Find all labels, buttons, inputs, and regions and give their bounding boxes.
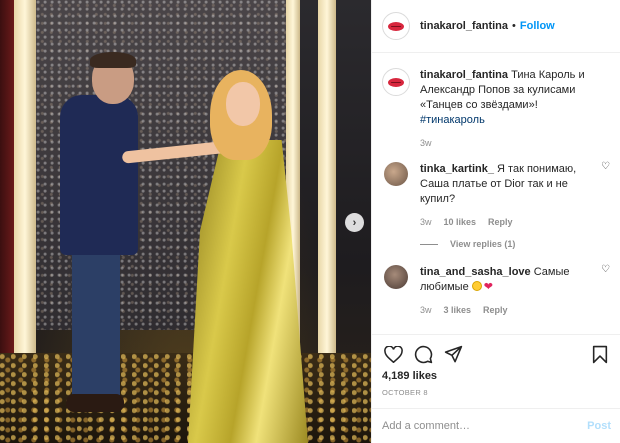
- likes-count[interactable]: 4,189 likes: [382, 370, 611, 382]
- comment-username[interactable]: tina_and_sasha_love: [420, 266, 531, 278]
- add-comment-input[interactable]: [382, 420, 588, 432]
- add-comment-bar: Post: [372, 408, 620, 443]
- chevron-right-icon: ›: [352, 216, 357, 229]
- comment-reply-button[interactable]: Reply: [483, 305, 508, 315]
- photo-pillar-left: [14, 0, 36, 370]
- comment-likes[interactable]: 10 likes: [444, 217, 477, 227]
- comment-meta: 3w 3 likes Reply: [420, 305, 611, 315]
- comment-reply-button[interactable]: Reply: [488, 217, 513, 227]
- caption-username[interactable]: tinakarol_fantina: [420, 69, 508, 81]
- header-username[interactable]: tinakarol_fantina: [420, 20, 508, 32]
- photo-man-shoe: [66, 394, 124, 412]
- comment-like-heart-icon[interactable]: ♡: [601, 162, 611, 172]
- comment-row: tina_and_sasha_love Самые любимые ❤ ♡: [382, 265, 611, 295]
- action-icons: [382, 335, 611, 373]
- comment-text-block: tinka_kartink_ Я так понимаю, Саша плать…: [420, 162, 586, 207]
- comment-row: tinka_kartink_ Я так понимаю, Саша плать…: [382, 162, 611, 207]
- caption-time[interactable]: 3w: [420, 138, 432, 148]
- photo-man-jacket: [60, 95, 138, 255]
- photo-floor: [0, 353, 371, 443]
- photo-woman-face: [226, 82, 260, 126]
- comment-likes[interactable]: 3 likes: [444, 305, 472, 315]
- view-replies-line: [420, 243, 438, 245]
- red-heart-emoji-icon: ❤: [483, 281, 493, 293]
- like-heart-icon[interactable]: [382, 343, 404, 365]
- comment-time[interactable]: 3w: [420, 305, 432, 315]
- caption-hashtag[interactable]: #тинакароль: [420, 114, 485, 126]
- post-actions: 4,189 likes OCTOBER 8: [372, 334, 620, 397]
- next-photo-button[interactable]: ›: [345, 213, 364, 232]
- lips-logo-icon: [388, 77, 404, 87]
- view-replies-label: View replies (1): [450, 239, 516, 249]
- post-comment-button[interactable]: Post: [587, 420, 611, 432]
- photo-pillar-right: [318, 0, 336, 370]
- post-photo[interactable]: ›: [0, 0, 371, 443]
- bookmark-icon[interactable]: [589, 343, 611, 365]
- post-header: tinakarol_fantina • Follow: [372, 0, 620, 53]
- photo-man-hair: [90, 52, 136, 68]
- lips-logo-icon: [388, 21, 404, 31]
- smile-emoji-icon: [471, 281, 482, 291]
- comment-username[interactable]: tinka_kartink_: [420, 163, 494, 175]
- comment-like-heart-icon[interactable]: ♡: [601, 265, 611, 275]
- comment-text-block: tina_and_sasha_love Самые любимые ❤: [420, 265, 586, 295]
- post-date[interactable]: OCTOBER 8: [382, 388, 611, 397]
- post-side-panel: tinakarol_fantina • Follow tinakarol_fan…: [371, 0, 620, 443]
- comment-bubble-icon[interactable]: [412, 343, 434, 365]
- comment-meta: 3w 10 likes Reply: [420, 217, 611, 227]
- caption-meta: 3w: [420, 138, 611, 148]
- view-replies-button[interactable]: View replies (1): [420, 239, 611, 249]
- caption-avatar[interactable]: [382, 68, 410, 96]
- follow-button[interactable]: Follow: [520, 20, 555, 32]
- comment-time[interactable]: 3w: [420, 217, 432, 227]
- avatar[interactable]: [382, 12, 410, 40]
- header-separator: •: [512, 20, 516, 32]
- share-paper-plane-icon[interactable]: [442, 343, 464, 365]
- comments-list[interactable]: tinakarol_fantina Тина Кароль и Александ…: [372, 54, 620, 334]
- caption-text-block: tinakarol_fantina Тина Кароль и Александ…: [420, 68, 590, 128]
- comment-avatar[interactable]: [384, 265, 408, 289]
- caption-row: tinakarol_fantina Тина Кароль и Александ…: [382, 68, 611, 128]
- photo-man-legs: [72, 250, 120, 400]
- comment-avatar[interactable]: [384, 162, 408, 186]
